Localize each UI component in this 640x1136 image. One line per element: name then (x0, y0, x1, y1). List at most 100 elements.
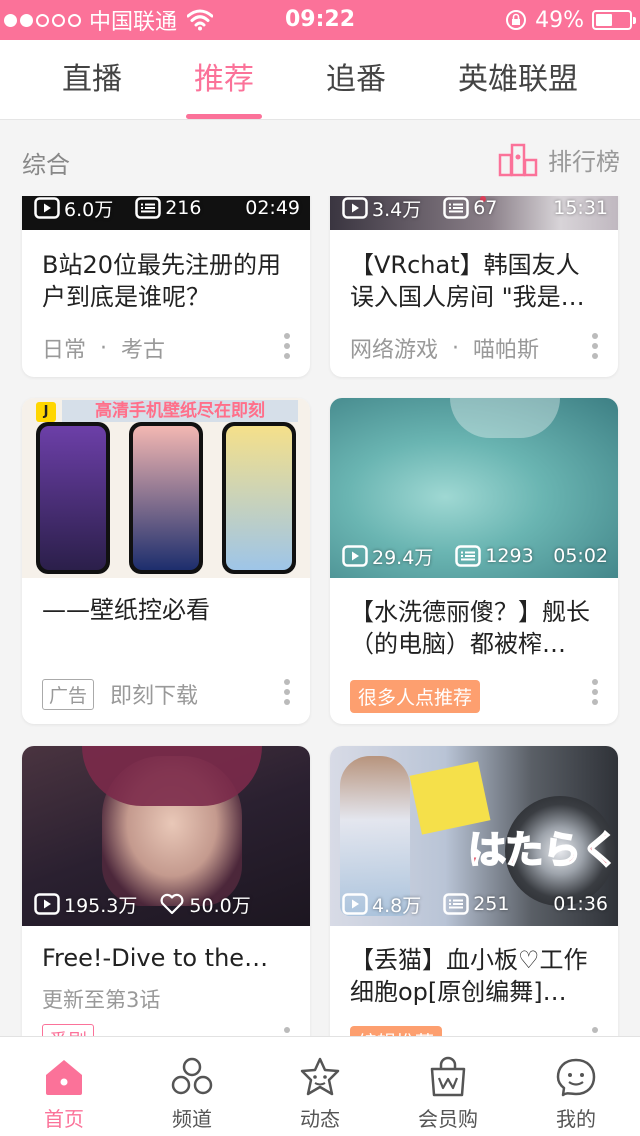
more-options-icon[interactable] (284, 333, 290, 359)
thumbnail-overlay-text: はたらく細胞 (467, 827, 618, 873)
more-options-icon[interactable] (592, 679, 598, 705)
ad-source[interactable]: 即刻下载 (110, 678, 198, 710)
status-right: 49% (505, 0, 636, 40)
home-icon (46, 1060, 82, 1095)
hot-recommend-tag: 很多人点推荐 (350, 680, 481, 713)
more-options-icon[interactable] (284, 1027, 290, 1036)
channel-icon (171, 1057, 213, 1095)
play-count: 195.3万 (64, 894, 138, 917)
nav-profile[interactable]: 我的 (512, 1037, 640, 1136)
top-tab-bar: 直播 推荐 追番 英雄联盟 (0, 40, 640, 120)
nav-home[interactable]: 首页 (0, 1037, 128, 1136)
tab-anime[interactable]: 追番 (306, 40, 406, 120)
video-card[interactable]: 6.0万 216 02:49 B站20位最先注册的用户到底是谁呢？ 日常 · 考… (22, 196, 310, 377)
battery-icon (592, 10, 636, 30)
nav-member-shop[interactable]: 会员购 (384, 1037, 512, 1136)
video-duration: 05:02 (553, 545, 608, 567)
nav-channel[interactable]: 频道 (128, 1037, 256, 1136)
video-duration: 15:31 (553, 197, 608, 219)
more-options-icon[interactable] (592, 333, 598, 359)
more-options-icon[interactable] (592, 1027, 598, 1036)
ad-title[interactable]: ——壁纸控必看 (42, 594, 292, 626)
section-title: 综合 (22, 151, 70, 179)
bottom-navigation: 首页 频道 动态 会员购 我的 (0, 1036, 640, 1136)
video-duration: 01:36 (553, 893, 608, 915)
video-meta: 日常 · 考古 (42, 332, 165, 364)
danmaku-count: 216 (165, 197, 202, 219)
tab-recommend[interactable]: 推荐 (174, 40, 274, 120)
video-category[interactable]: 网络游戏 (350, 332, 438, 364)
profile-icon (556, 1058, 596, 1097)
video-stats: 3.4万 67 15:31 (342, 196, 608, 222)
dynamic-icon (300, 1057, 340, 1096)
nav-home-label: 首页 (44, 1107, 84, 1131)
video-title[interactable]: B站20位最先注册的用户到底是谁呢？ (42, 249, 292, 313)
video-title[interactable]: Free!-Dive to the… (42, 942, 292, 974)
danmaku-icon (443, 893, 469, 915)
anime-card[interactable]: 195.3万 50.0万 Free!-Dive to the… 更新至第3话 番… (22, 746, 310, 1036)
rotation-lock-icon (506, 10, 527, 30)
video-card[interactable]: 29.4万 1293 05:02 【水洗德丽傻？】舰长（的电脑）都被榨… 很多人… (330, 398, 618, 724)
ad-banner-text: 高清手机壁纸尽在即刻 (62, 400, 298, 422)
ranking-icon (498, 143, 538, 177)
video-stats: 29.4万 1293 05:02 (342, 542, 608, 570)
ranking-button[interactable]: 排行榜 (498, 141, 620, 177)
battery-percent: 49% (535, 7, 584, 33)
ranking-label: 排行榜 (548, 147, 620, 176)
video-thumbnail: 29.4万 1293 05:02 (330, 398, 618, 578)
danmaku-count: 67 (473, 197, 498, 219)
nav-member-shop-label: 会员购 (418, 1107, 478, 1131)
more-options-icon[interactable] (284, 679, 290, 705)
ad-tag: 广告 (42, 678, 95, 710)
like-count: 50.0万 (189, 894, 251, 917)
ad-meta: 广告 即刻下载 (42, 678, 198, 710)
danmaku-count: 251 (473, 893, 510, 915)
video-card[interactable]: 3.4万 67 15:31 【VRchat】韩国友人误入国人房间 "我是… 网络… (330, 196, 618, 377)
video-meta: 网络游戏 · 喵帕斯 (350, 332, 539, 364)
video-title[interactable]: 【VRchat】韩国友人误入国人房间 "我是… (350, 249, 600, 313)
nav-dynamic-label: 动态 (300, 1107, 340, 1131)
video-thumbnail: 3.4万 67 15:31 (330, 196, 618, 230)
video-meta: 很多人点推荐 (350, 680, 481, 713)
video-meta: 编辑推荐 (350, 1026, 443, 1036)
video-duration: 02:49 (245, 197, 300, 219)
play-count-icon (342, 545, 368, 567)
video-stats: 6.0万 216 02:49 (34, 196, 300, 222)
tab-live[interactable]: 直播 (42, 40, 142, 120)
video-card[interactable]: はたらく細胞 4.8万 251 01:36 【丢猫】血小板♡工作细胞op[原创编… (330, 746, 618, 1036)
heart-icon (160, 893, 184, 915)
video-stats: 195.3万 50.0万 (34, 890, 300, 918)
video-subcategory[interactable]: 喵帕斯 (473, 332, 539, 364)
play-count: 4.8万 (372, 894, 422, 917)
play-count: 6.0万 (64, 198, 114, 221)
episode-update: 更新至第3话 (42, 988, 161, 1012)
play-count-icon (34, 893, 60, 915)
video-title[interactable]: 【丢猫】血小板♡工作细胞op[原创编舞]… (350, 944, 600, 1008)
video-thumbnail: 6.0万 216 02:49 (22, 196, 310, 230)
active-tab-indicator (186, 114, 262, 119)
status-bar: 中国联通 09:22 49% (0, 0, 640, 40)
video-category[interactable]: 日常 (42, 332, 86, 364)
anime-tag: 番剧 (42, 1024, 95, 1036)
nav-dynamic[interactable]: 动态 (256, 1037, 384, 1136)
ad-card[interactable]: J 高清手机壁纸尽在即刻 ——壁纸控必看 广告 即刻下载 (22, 398, 310, 724)
editor-pick-tag: 编辑推荐 (350, 1026, 443, 1036)
video-subcategory[interactable]: 考古 (121, 332, 165, 364)
danmaku-count: 1293 (485, 545, 534, 567)
play-count: 29.4万 (372, 546, 434, 569)
tab-league-of-legends[interactable]: 英雄联盟 (448, 40, 588, 120)
danmaku-icon (455, 545, 482, 567)
danmaku-icon (135, 197, 161, 219)
play-count: 3.4万 (372, 198, 422, 221)
play-count-icon (342, 893, 368, 915)
play-count-icon (342, 197, 368, 219)
ad-banner-image: J 高清手机壁纸尽在即刻 (22, 398, 310, 578)
video-feed[interactable]: 6.0万 216 02:49 B站20位最先注册的用户到底是谁呢？ 日常 · 考… (0, 196, 640, 1036)
video-meta: 番剧 (42, 1024, 95, 1036)
video-thumbnail: はたらく細胞 4.8万 251 01:36 (330, 746, 618, 926)
video-title[interactable]: 【水洗德丽傻？】舰长（的电脑）都被榨… (350, 596, 600, 660)
video-stats: 4.8万 251 01:36 (342, 890, 608, 918)
video-thumbnail: 195.3万 50.0万 (22, 746, 310, 926)
danmaku-icon (443, 197, 469, 219)
play-count-icon (34, 197, 60, 219)
